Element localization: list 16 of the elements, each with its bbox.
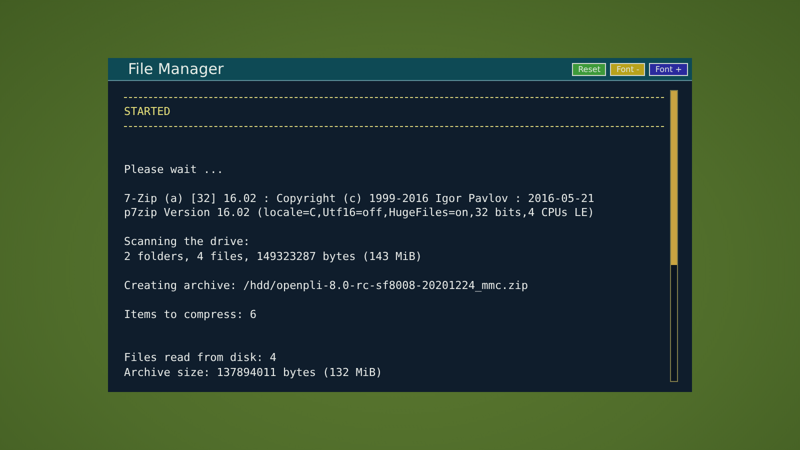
console-line: Items to compress: 6 bbox=[124, 308, 258, 322]
console-line: Please wait ... bbox=[124, 162, 224, 177]
console-line: Archive size: 137894011 bytes (132 MiB) bbox=[124, 366, 384, 380]
toolbar-button[interactable]: Reset bbox=[572, 62, 606, 76]
console-line: Creating archive: /hdd/openpli-8.0-rc-sf8008-20201224_mmc.zip bbox=[124, 278, 529, 293]
window-title: File Manager bbox=[128, 60, 224, 78]
console-line: Scanning the drive: bbox=[124, 235, 251, 250]
status-line: STARTED bbox=[124, 104, 172, 119]
scrollbar-thumb[interactable] bbox=[671, 91, 677, 265]
scrollbar[interactable] bbox=[670, 90, 678, 382]
console-line: p7zip Version 16.02 (locale=C,Utf16=off,HugeFiles=on,32 bits,4 CPUs LE) bbox=[124, 206, 596, 220]
console-line: 2 folders, 4 files, 149323287 bytes (143 MiB) bbox=[124, 250, 424, 264]
console-line: 7-Zip (a) [32] 16.02 : Copyright (c) 1999-2016 Igor Pavlov : 2016-05-21 bbox=[124, 192, 596, 206]
console-line: Files read from disk: 4 bbox=[124, 351, 278, 366]
toolbar-button[interactable]: Font + bbox=[649, 62, 688, 76]
toolbar-button[interactable]: Font - bbox=[610, 62, 646, 76]
